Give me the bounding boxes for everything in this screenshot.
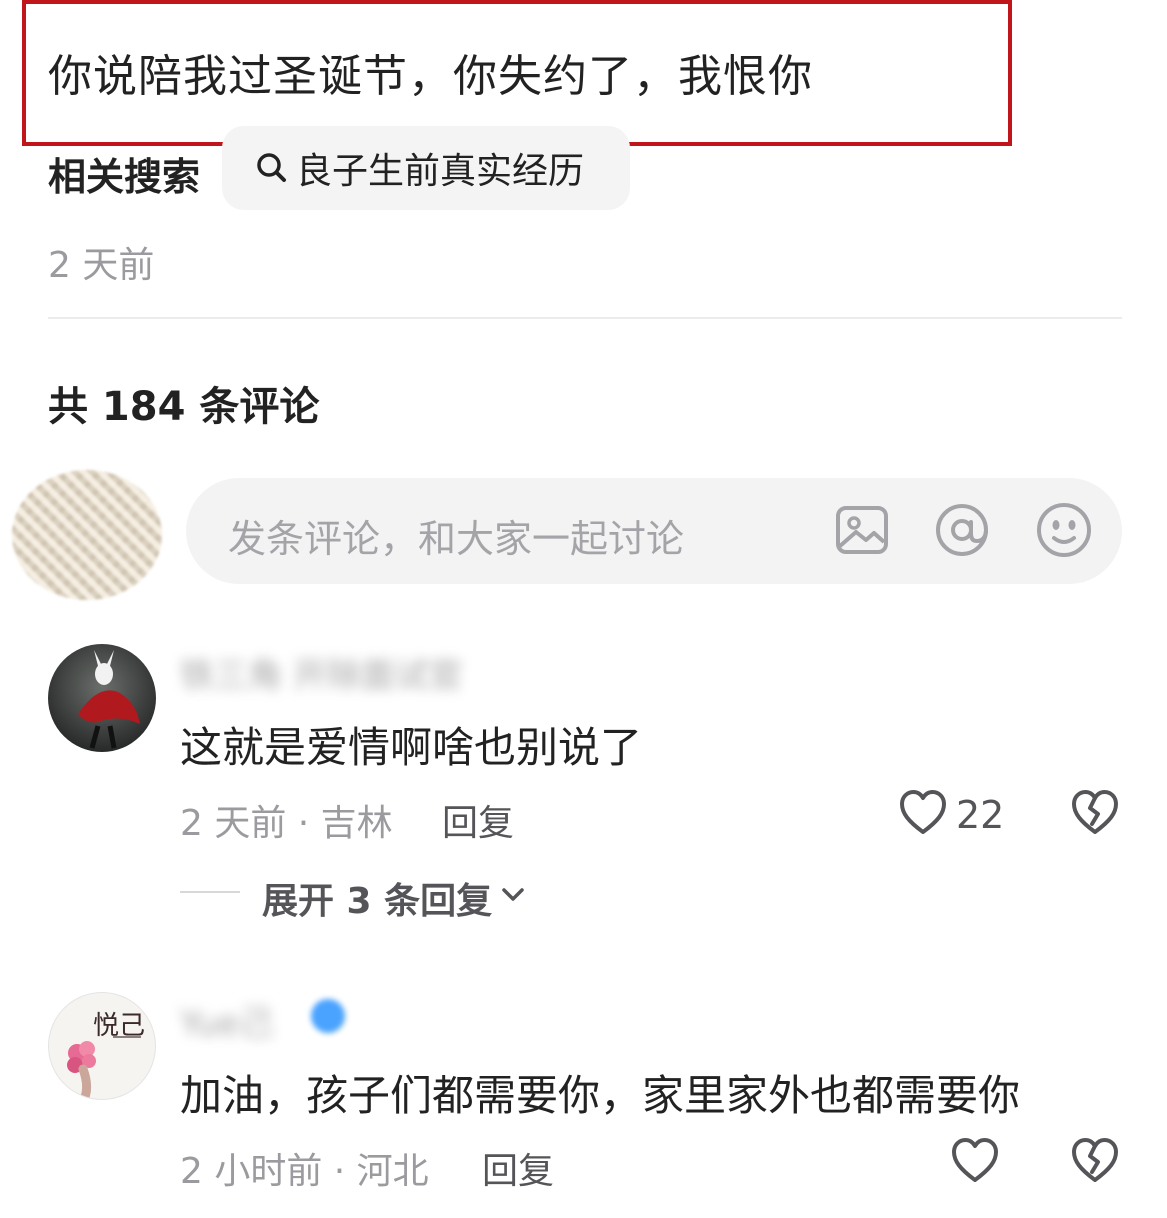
comment-input-placeholder: 发条评论，和大家一起讨论	[228, 517, 685, 561]
comment-avatar[interactable]: 悦己	[48, 992, 156, 1100]
comment-text: 这就是爱情啊啥也别说了	[180, 723, 643, 772]
reply-button[interactable]: 回复	[442, 794, 514, 846]
reply-button[interactable]: 回复	[482, 1142, 554, 1194]
post-text: 你说陪我过圣诞节，你失约了，我恨你	[48, 51, 813, 102]
comment-username[interactable]: Yue己	[180, 996, 273, 1045]
image-icon[interactable]	[832, 500, 892, 560]
avatar-image	[48, 644, 156, 752]
verified-badge-icon	[311, 999, 345, 1033]
post-time: 2 天前	[48, 245, 155, 286]
related-search-label: 相关搜索	[48, 155, 201, 199]
expand-divider	[180, 891, 240, 893]
like-count: 22	[956, 793, 1005, 837]
comment-meta: 2 小时前 · 河北	[180, 1151, 429, 1192]
expand-replies-button[interactable]: 展开 3 条回复	[262, 872, 492, 924]
heart-icon[interactable]	[898, 788, 948, 838]
comment-count: 共 184 条评论	[48, 384, 320, 430]
flower-image	[67, 1036, 141, 1099]
comment-meta: 2 天前 · 吉林	[180, 803, 393, 844]
my-avatar[interactable]	[12, 470, 162, 600]
search-icon	[257, 153, 286, 182]
at-icon[interactable]	[932, 500, 992, 560]
heart-icon[interactable]	[950, 1136, 1000, 1186]
broken-heart-icon[interactable]	[1070, 1136, 1120, 1186]
broken-heart-icon[interactable]	[1070, 788, 1120, 838]
chevron-down-icon[interactable]	[498, 880, 528, 910]
comment-username[interactable]: 铁三角 开除面试官	[180, 648, 463, 697]
divider	[48, 317, 1122, 319]
comment-text: 加油，孩子们都需要你，家里家外也都需要你	[180, 1071, 1021, 1120]
related-search-chip[interactable]: 良子生前真实经历	[222, 126, 630, 210]
comment-avatar[interactable]	[48, 644, 156, 752]
related-search-query: 良子生前真实经历	[296, 151, 585, 192]
emoji-icon[interactable]	[1034, 500, 1094, 560]
